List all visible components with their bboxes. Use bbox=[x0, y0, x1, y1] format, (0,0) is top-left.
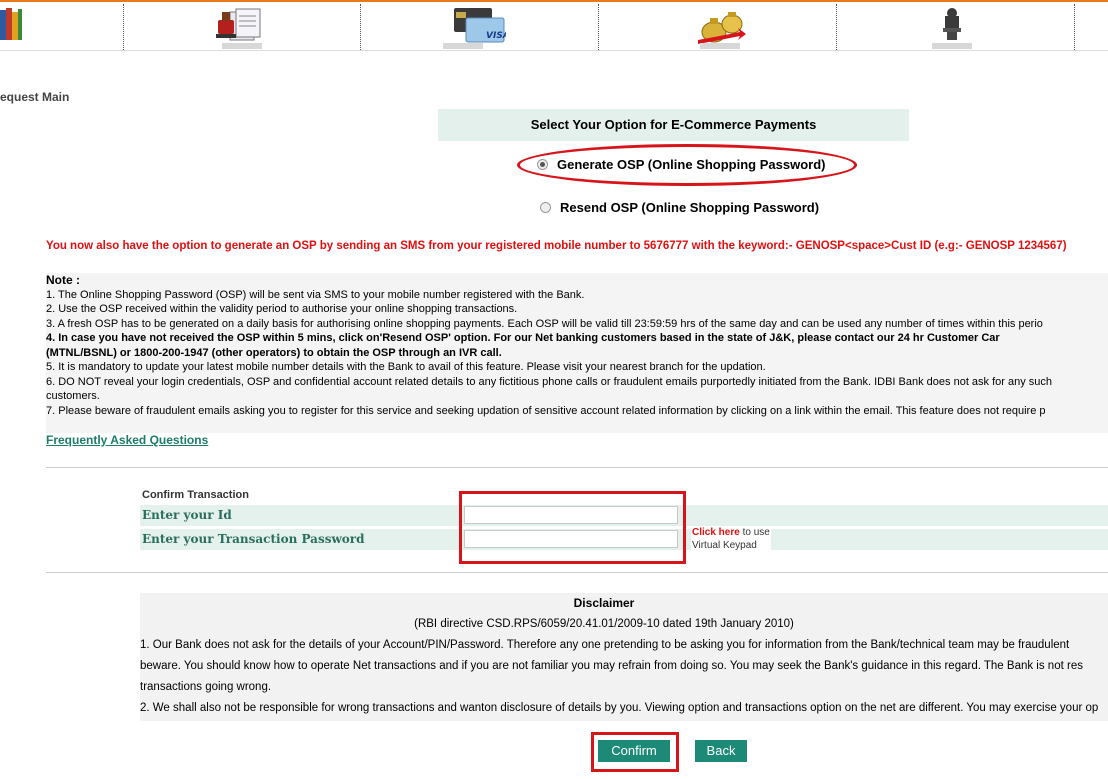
highlight-rectangle bbox=[459, 491, 686, 564]
nav-label-blurred bbox=[222, 43, 262, 49]
disclaimer-panel: Disclaimer (RBI directive CSD.RPS/6059/2… bbox=[140, 593, 1108, 721]
disclaimer-line: 2. We shall also not be responsible for … bbox=[140, 702, 1099, 714]
confirm-button[interactable]: Confirm bbox=[598, 740, 670, 762]
back-button[interactable]: Back bbox=[695, 740, 747, 762]
radio-button-unselected[interactable] bbox=[540, 202, 551, 213]
confirm-transaction-title: Confirm Transaction bbox=[142, 489, 249, 501]
nav-divider bbox=[123, 4, 124, 50]
note-line: 2. Use the OSP received within the valid… bbox=[46, 303, 518, 315]
virtual-keypad-hint: Click here to use Virtual Keypad bbox=[691, 526, 771, 552]
note-line: 7. Please beware of fraudulent emails as… bbox=[46, 404, 1046, 417]
click-here-link[interactable]: Click here bbox=[692, 527, 740, 538]
disclaimer-line: 1. Our Bank does not ask for the details… bbox=[140, 639, 1070, 651]
nav-label-blurred bbox=[443, 43, 483, 49]
breadcrumb: equest Main bbox=[0, 90, 70, 104]
disclaimer-line: beware. You should know how to operate N… bbox=[140, 660, 1083, 672]
note-line: 5. It is mandatory to update your latest… bbox=[46, 361, 766, 373]
nav-divider bbox=[1074, 4, 1075, 50]
books-icon[interactable] bbox=[0, 6, 22, 49]
divider bbox=[46, 467, 1108, 468]
divider bbox=[46, 572, 1108, 573]
note-line: 1. The Online Shopping Password (OSP) wi… bbox=[46, 288, 585, 301]
top-nav-bar: VISA bbox=[0, 2, 1108, 50]
sms-notice: You now also have the option to generate… bbox=[46, 240, 1067, 252]
faq-link[interactable]: Frequently Asked Questions bbox=[46, 433, 208, 447]
nav-label-blurred bbox=[700, 43, 740, 49]
id-field-label: Enter your Id bbox=[140, 505, 460, 526]
radio-resend-osp[interactable]: Resend OSP (Online Shopping Password) bbox=[540, 200, 819, 215]
highlight-ellipse bbox=[517, 144, 857, 186]
nav-divider bbox=[360, 4, 361, 50]
note-line: customers. bbox=[46, 390, 100, 402]
svg-text:VISA: VISA bbox=[486, 31, 506, 41]
options-heading: Select Your Option for E-Commerce Paymen… bbox=[438, 109, 909, 141]
nav-divider bbox=[836, 4, 837, 50]
disclaimer-title: Disclaimer bbox=[573, 596, 635, 610]
virtual-keypad-label: Virtual Keypad bbox=[692, 540, 757, 551]
nav-divider bbox=[598, 4, 599, 50]
disclaimer-subtitle: (RBI directive CSD.RPS/6059/20.41.01/200… bbox=[414, 618, 794, 630]
note-line: 4. In case you have not received the OSP… bbox=[46, 332, 1000, 344]
notes-panel: Note : 1. The Online Shopping Password (… bbox=[46, 273, 1108, 433]
notes-title: Note : bbox=[46, 273, 80, 287]
nav-label-blurred bbox=[932, 43, 972, 49]
disclaimer-line: transactions going wrong. bbox=[140, 681, 272, 693]
radio-resend-label[interactable]: Resend OSP (Online Shopping Password) bbox=[560, 200, 819, 215]
nav-bottom-border bbox=[0, 50, 1108, 51]
note-line: (MTNL/BSNL) or 1800-200-1947 (other oper… bbox=[46, 346, 502, 359]
password-field-label: Enter your Transaction Password bbox=[140, 529, 460, 550]
note-line: 6. DO NOT reveal your login credentials,… bbox=[46, 375, 1053, 388]
note-line: 3. A fresh OSP has to be generated on a … bbox=[46, 317, 1043, 330]
click-here-suffix: to use bbox=[739, 527, 770, 538]
